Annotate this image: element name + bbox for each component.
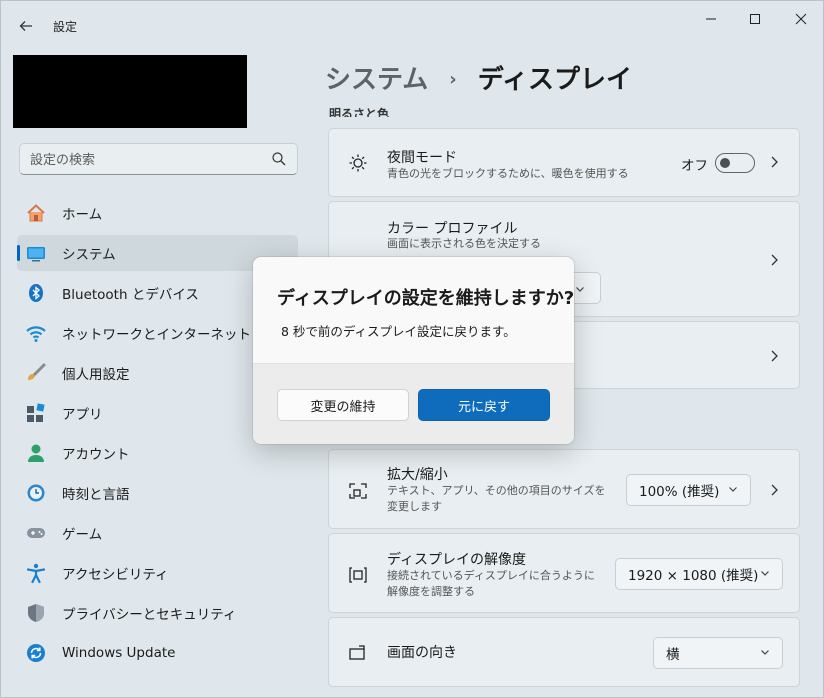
system-icon (25, 242, 47, 264)
resolution-title: ディスプレイの解像度 (387, 552, 527, 568)
section-heading-brightness: 明るさと色 (329, 107, 390, 117)
color-profile-title: カラー プロファイル (387, 221, 518, 237)
color-profile-desc: 画面に表示される色を決定する (387, 237, 541, 250)
night-light-card[interactable]: 夜間モード 青色の光をブロックするために、暖色を使用する オフ (328, 128, 800, 197)
apps-icon (25, 402, 47, 424)
page-title: ディスプレイ (477, 65, 632, 95)
sidebar-item-home[interactable]: ホーム (17, 195, 298, 231)
breadcrumb: システム › ディスプレイ (325, 59, 632, 96)
night-light-title: 夜間モード (387, 150, 457, 166)
search-input[interactable] (30, 150, 260, 170)
sidebar-item-privacy[interactable]: プライバシーとセキュリティ (17, 595, 298, 631)
sidebar-item-label: 個人用設定 (62, 367, 130, 383)
sidebar-item-label: アプリ (62, 407, 103, 423)
settings-window: 設定 ホーム システム (0, 0, 824, 698)
sidebar-item-label: ゲーム (62, 527, 103, 543)
wifi-icon (25, 322, 47, 344)
sidebar-item-accessibility[interactable]: アクセシビリティ (17, 555, 298, 591)
brightness-icon (347, 152, 369, 174)
maximize-button[interactable] (733, 7, 777, 31)
orientation-dropdown-value: 横 (666, 647, 680, 663)
shield-icon (25, 602, 47, 624)
sidebar-item-label: アカウント (62, 447, 130, 463)
accessibility-icon (25, 562, 47, 584)
update-icon (25, 642, 47, 664)
night-light-desc: 青色の光をブロックするために、暖色を使用する (387, 167, 629, 180)
scale-title: 拡大/縮小 (387, 467, 448, 483)
scale-icon (347, 480, 369, 502)
search-box[interactable] (19, 143, 298, 175)
night-light-toggle[interactable] (715, 153, 755, 173)
revert-button[interactable]: 元に戻す (418, 389, 550, 421)
dialog-footer: 変更の維持 元に戻す (253, 363, 574, 444)
night-light-toggle-label: オフ (681, 158, 708, 174)
dialog-title: ディスプレイの設定を維持しますか? (277, 288, 574, 309)
account-icon (25, 442, 47, 464)
scale-dropdown-value: 100% (推奨) (639, 484, 720, 500)
resolution-desc: 接続されているディスプレイに合うように解像度を調整する (387, 569, 595, 598)
sidebar-item-gaming[interactable]: ゲーム (17, 515, 298, 551)
chevron-right-icon (769, 253, 779, 267)
chevron-down-icon (760, 568, 770, 581)
dialog-countdown-message: 8 秒で前のディスプレイ設定に戻ります。 (281, 324, 516, 339)
sidebar-item-label: プライバシーとセキュリティ (62, 607, 237, 623)
close-icon (795, 13, 807, 25)
breadcrumb-separator: › (449, 69, 457, 90)
chevron-down-icon (760, 647, 770, 660)
sidebar-item-label: ホーム (62, 207, 103, 223)
chevron-right-icon (769, 483, 779, 497)
scale-card[interactable]: 拡大/縮小 テキスト、アプリ、その他の項目のサイズを変更します 100% (推奨… (328, 449, 800, 529)
maximize-icon (750, 14, 760, 24)
chevron-down-icon (728, 484, 738, 497)
resolution-dropdown-value: 1920 × 1080 (推奨) (628, 568, 759, 584)
sidebar-item-windows-update[interactable]: Windows Update (17, 635, 298, 671)
orientation-title: 画面の向き (387, 645, 457, 661)
sidebar-item-label: システム (62, 247, 116, 263)
sidebar-item-label: Bluetooth とデバイス (62, 287, 199, 303)
clock-globe-icon (25, 482, 47, 504)
chevron-right-icon (769, 155, 779, 169)
minimize-button[interactable] (689, 7, 733, 31)
sidebar-item-label: アクセシビリティ (62, 567, 169, 583)
gamepad-icon (25, 522, 47, 544)
chevron-right-icon (769, 349, 779, 363)
toggle-knob (720, 158, 730, 168)
sidebar-item-label: 時刻と言語 (62, 487, 130, 503)
orientation-dropdown[interactable]: 横 (653, 637, 783, 669)
minimize-icon (706, 18, 716, 20)
arrow-left-icon (19, 21, 32, 31)
search-icon[interactable] (271, 151, 287, 167)
scale-dropdown[interactable]: 100% (推奨) (626, 474, 751, 506)
app-title: 設定 (53, 20, 78, 34)
close-button[interactable] (779, 7, 823, 31)
sidebar-item-time-language[interactable]: 時刻と言語 (17, 475, 298, 511)
title-bar: 設定 (1, 1, 823, 49)
resolution-icon (347, 564, 369, 586)
keep-changes-button[interactable]: 変更の維持 (277, 389, 409, 421)
resolution-card[interactable]: ディスプレイの解像度 接続されているディスプレイに合うように解像度を調整する 1… (328, 533, 800, 613)
orientation-icon (347, 642, 369, 664)
back-button[interactable] (13, 13, 39, 39)
scale-desc: テキスト、アプリ、その他の項目のサイズを変更します (387, 484, 606, 513)
sidebar-item-label: Windows Update (62, 645, 176, 661)
orientation-card[interactable]: 画面の向き 横 (328, 617, 800, 687)
breadcrumb-parent[interactable]: システム (325, 65, 428, 95)
chevron-down-icon (575, 282, 585, 298)
brush-icon (25, 362, 47, 384)
user-profile-redacted[interactable] (13, 55, 247, 128)
sidebar-item-label: ネットワークとインターネット (62, 327, 251, 343)
keep-display-settings-dialog: ディスプレイの設定を維持しますか? 8 秒で前のディスプレイ設定に戻ります。 変… (253, 257, 574, 444)
bluetooth-icon (25, 282, 47, 304)
resolution-dropdown[interactable]: 1920 × 1080 (推奨) (615, 558, 783, 590)
home-icon (25, 202, 47, 224)
